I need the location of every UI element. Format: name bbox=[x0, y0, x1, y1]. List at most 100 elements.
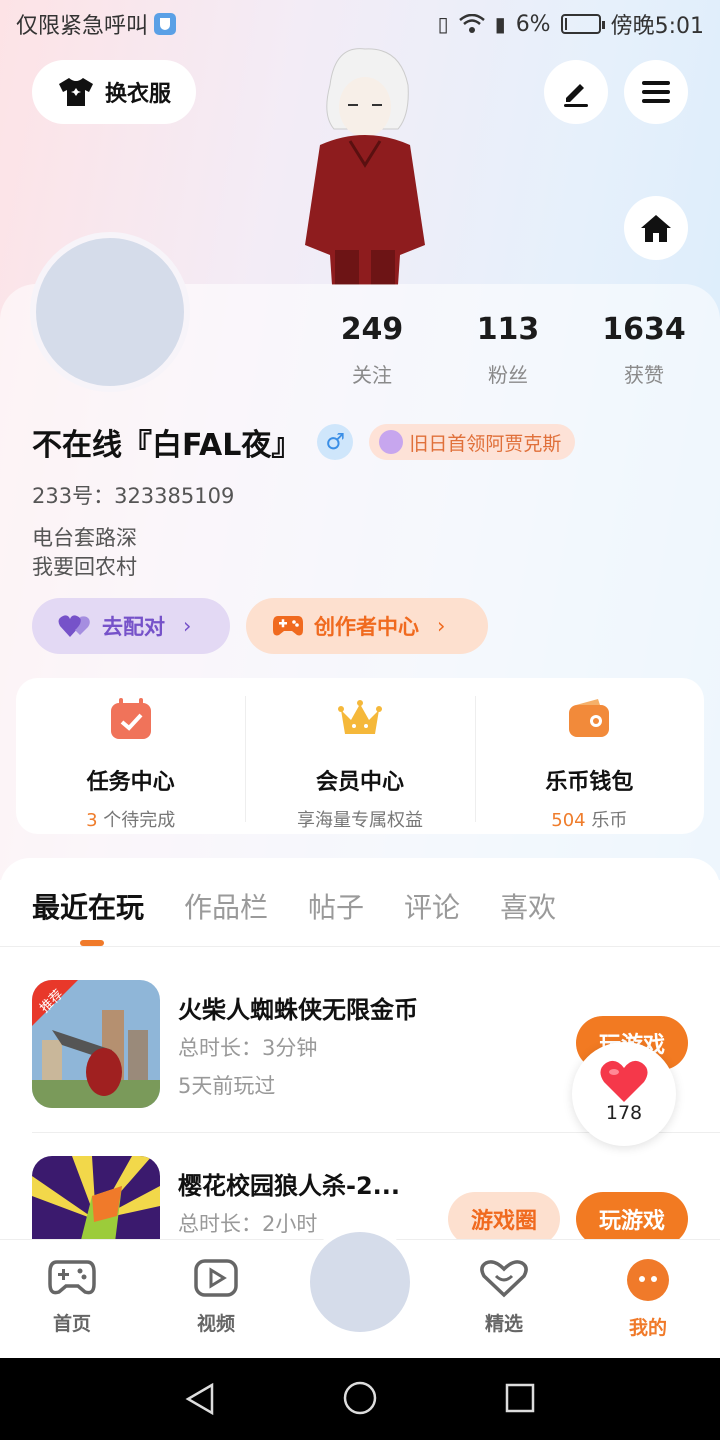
entry-title: 任务中心 bbox=[86, 770, 175, 795]
creator-center-button[interactable]: 创作者中心 › bbox=[246, 598, 488, 654]
stat-likes[interactable]: 1634 获赞 bbox=[576, 312, 712, 388]
home-icon bbox=[641, 215, 671, 242]
nav-home[interactable]: 首页 bbox=[22, 1258, 122, 1336]
match-button[interactable]: 去配对 › bbox=[32, 598, 230, 654]
wifi-icon bbox=[458, 14, 485, 33]
chevron-right-icon: › bbox=[437, 614, 446, 638]
game-duration: 总时长：3分钟 bbox=[178, 1036, 318, 1060]
profile-stats: 249 关注 113 粉丝 1634 获赞 bbox=[304, 312, 712, 388]
gem-icon bbox=[379, 430, 404, 454]
avatar-character-image bbox=[305, 48, 425, 285]
entry-wallet[interactable]: 乐币钱包 504 乐币 bbox=[474, 680, 704, 832]
match-button-label: 去配对 bbox=[102, 615, 165, 639]
game-duration: 总时长：2小时 bbox=[178, 1212, 318, 1236]
user-id: 233号：323385109 bbox=[32, 484, 235, 508]
tab-works[interactable]: 作品栏 bbox=[184, 886, 268, 926]
recents-square-icon[interactable] bbox=[504, 1382, 536, 1414]
entry-title: 会员中心 bbox=[315, 770, 404, 795]
nav-label: 精选 bbox=[484, 1313, 523, 1335]
entry-subtitle-text: 个待完成 bbox=[97, 810, 176, 831]
gamepad-icon bbox=[48, 1260, 96, 1295]
stat-value: 249 bbox=[340, 312, 404, 347]
stat-value: 1634 bbox=[602, 312, 686, 347]
title-badge-label: 旧日首领阿贾克斯 bbox=[409, 432, 562, 455]
sim-alert-icon: ▮ bbox=[494, 12, 506, 36]
edit-icon bbox=[564, 84, 588, 107]
profile-tabs: 最近在玩 作品栏 帖子 评论 喜欢 bbox=[32, 886, 556, 926]
game-name: 火柴人蜘蛛侠无限金币 bbox=[178, 996, 418, 1024]
battery-percent: 6% bbox=[515, 11, 551, 37]
tab-divider bbox=[0, 946, 720, 947]
chevron-right-icon: › bbox=[183, 614, 192, 638]
gender-male-icon: ♂ bbox=[317, 424, 354, 460]
nav-video[interactable]: 视频 bbox=[166, 1258, 266, 1336]
game-thumbnail bbox=[32, 1156, 160, 1240]
back-icon[interactable] bbox=[184, 1382, 216, 1416]
creator-center-label: 创作者中心 bbox=[314, 615, 419, 639]
nav-featured[interactable]: 精选 bbox=[454, 1258, 554, 1336]
home-circle-icon[interactable] bbox=[342, 1380, 378, 1416]
stat-value: 113 bbox=[476, 312, 540, 347]
emergency-call-text: 仅限紧急呼叫 bbox=[16, 14, 149, 39]
tab-posts[interactable]: 帖子 bbox=[308, 886, 364, 926]
shield-icon bbox=[154, 13, 177, 35]
username: 不在线『白FAL夜』 bbox=[32, 428, 302, 463]
avatar[interactable] bbox=[30, 232, 190, 392]
tab-likes[interactable]: 喜欢 bbox=[500, 886, 556, 926]
entry-task-center[interactable]: 任务中心 3 个待完成 bbox=[16, 680, 245, 832]
bio-line: 我要回农村 bbox=[32, 555, 137, 579]
heart-icon bbox=[600, 1060, 648, 1102]
calendar-check-icon bbox=[110, 698, 151, 739]
name-row: 不在线『白FAL夜』 ♂ 旧日首领阿贾克斯 bbox=[32, 420, 576, 464]
wallet-icon bbox=[569, 699, 610, 737]
nav-label: 首页 bbox=[52, 1313, 91, 1335]
center-avatar-button[interactable] bbox=[304, 1226, 416, 1338]
featured-heart-icon bbox=[480, 1260, 528, 1298]
gamepad-icon bbox=[273, 616, 303, 636]
change-outfit-button[interactable]: 换衣服 bbox=[32, 60, 196, 124]
menu-icon bbox=[642, 81, 670, 103]
entry-subtitle: 504 乐币 bbox=[475, 806, 704, 832]
tab-recently-played[interactable]: 最近在玩 bbox=[32, 886, 144, 926]
game-thumbnail: 推荐 bbox=[32, 980, 160, 1108]
game-name: 樱花校园狼人杀-2... bbox=[178, 1172, 401, 1200]
home-button[interactable] bbox=[624, 196, 688, 260]
game-circle-button[interactable]: 游戏圈 bbox=[448, 1192, 560, 1240]
status-bar: 仅限紧急呼叫 ▯ ▮ 6% 傍晚5:01 bbox=[0, 0, 720, 48]
video-icon bbox=[194, 1259, 238, 1297]
change-outfit-label: 换衣服 bbox=[104, 82, 171, 107]
stat-followers[interactable]: 113 粉丝 bbox=[440, 312, 576, 388]
crown-icon bbox=[337, 700, 382, 734]
nav-label: 视频 bbox=[196, 1313, 235, 1335]
task-count: 3 bbox=[86, 810, 98, 831]
bio-line: 电台套路深 bbox=[32, 526, 137, 550]
like-count: 178 bbox=[605, 1102, 643, 1124]
stat-label: 获赞 bbox=[624, 363, 664, 387]
title-badge[interactable]: 旧日首领阿贾克斯 bbox=[369, 424, 576, 460]
stat-label: 关注 bbox=[352, 363, 392, 387]
entry-vip-center[interactable]: 会员中心 享海量专属权益 bbox=[245, 680, 474, 832]
stat-following[interactable]: 249 关注 bbox=[304, 312, 440, 388]
profile-face-icon bbox=[627, 1259, 669, 1301]
hearts-icon bbox=[58, 615, 90, 637]
entry-subtitle: 享海量专属权益 bbox=[296, 810, 423, 831]
shirt-icon bbox=[58, 78, 93, 106]
play-game-button[interactable]: 玩游戏 bbox=[576, 1192, 688, 1240]
tab-comments[interactable]: 评论 bbox=[404, 886, 460, 926]
entry-title: 乐币钱包 bbox=[545, 770, 634, 795]
bio: 电台套路深 我要回农村 bbox=[32, 524, 137, 582]
like-floating-button[interactable]: 178 bbox=[572, 1042, 676, 1146]
service-entries: 任务中心 3 个待完成 会员中心 享海量专属权益 乐币钱包 504 乐币 bbox=[16, 678, 704, 834]
battery-icon bbox=[560, 14, 605, 34]
clock: 傍晚5:01 bbox=[610, 14, 704, 39]
system-nav-bar bbox=[0, 1358, 720, 1440]
edit-profile-button[interactable] bbox=[544, 60, 608, 124]
nav-label: 我的 bbox=[628, 1317, 667, 1339]
menu-button[interactable] bbox=[624, 60, 688, 124]
entry-subtitle-text: 乐币 bbox=[585, 810, 628, 831]
battery-fill bbox=[564, 18, 567, 30]
coin-count: 504 bbox=[551, 810, 586, 831]
nav-mine[interactable]: 我的 bbox=[598, 1258, 698, 1340]
vibrate-icon: ▯ bbox=[437, 12, 449, 36]
stat-label: 粉丝 bbox=[488, 363, 528, 387]
